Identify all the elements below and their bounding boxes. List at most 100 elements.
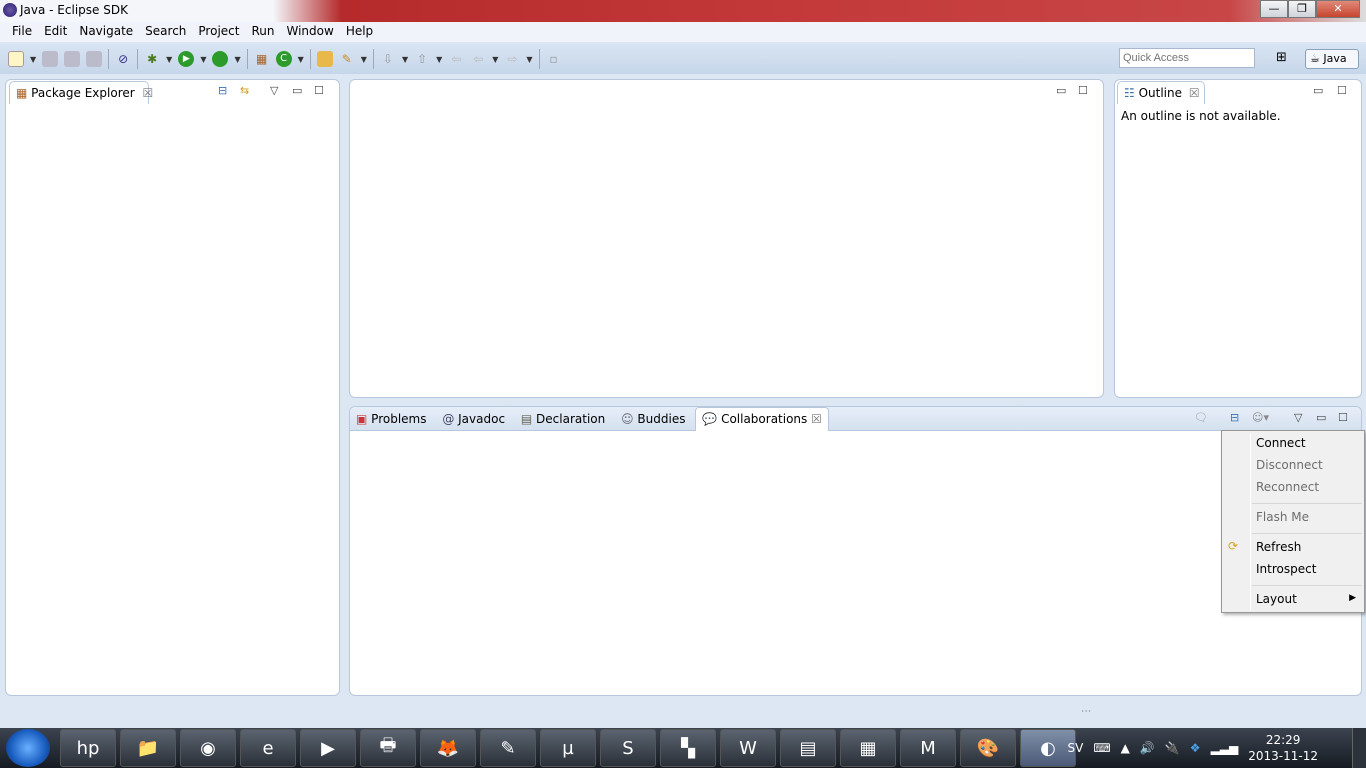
show-hidden-icons[interactable]: ▲: [1121, 741, 1130, 755]
taskbar-utorrent-icon[interactable]: µ: [540, 729, 596, 767]
close-tab-icon[interactable]: ☒: [1189, 86, 1200, 100]
forward-dropdown-icon[interactable]: ▼: [526, 55, 532, 64]
network-icon[interactable]: ▂▃▅: [1211, 741, 1239, 755]
print-icon[interactable]: [86, 51, 103, 67]
prev-annotation-icon[interactable]: ⇧: [414, 51, 430, 67]
start-button[interactable]: [6, 729, 50, 767]
debug-dropdown-icon[interactable]: ▼: [166, 55, 172, 64]
volume-icon[interactable]: 🔊: [1140, 741, 1155, 755]
minimize-icon[interactable]: ▭: [1313, 84, 1323, 97]
tab-problems[interactable]: ▣ Problems: [350, 408, 432, 430]
presence-icon[interactable]: ☺▾: [1252, 411, 1269, 424]
maximize-icon[interactable]: ☐: [1078, 84, 1088, 97]
menu-item-reconnect[interactable]: Reconnect: [1256, 480, 1319, 494]
taskbar-firefox-icon[interactable]: 🦊: [420, 729, 476, 767]
collapse-all-icon[interactable]: ⊟: [1230, 411, 1239, 424]
menu-window[interactable]: Window: [280, 22, 339, 42]
menu-item-connect[interactable]: Connect: [1256, 436, 1306, 450]
restore-button[interactable]: ❐: [1288, 0, 1316, 18]
new-package-icon[interactable]: ▦: [254, 51, 270, 67]
taskbar-notepad-icon[interactable]: ✎: [480, 729, 536, 767]
save-all-icon[interactable]: [64, 51, 81, 67]
menu-navigate[interactable]: Navigate: [73, 22, 139, 42]
external-tools-icon[interactable]: [212, 51, 229, 67]
language-indicator[interactable]: SV: [1068, 741, 1084, 755]
tab-collaborations[interactable]: 💬 Collaborations ☒: [695, 407, 829, 431]
minimize-icon[interactable]: ▭: [1056, 84, 1066, 97]
back-icon[interactable]: ⇦: [470, 51, 486, 67]
back-dropdown-icon[interactable]: ▼: [492, 55, 498, 64]
close-button[interactable]: ✕: [1316, 0, 1360, 18]
search-icon[interactable]: ✎: [339, 51, 355, 67]
open-type-icon[interactable]: [316, 51, 333, 67]
new-class-dropdown-icon[interactable]: ▼: [298, 55, 304, 64]
menu-project[interactable]: Project: [192, 22, 245, 42]
next-annotation-dropdown-icon[interactable]: ▼: [402, 55, 408, 64]
menu-item-introspect[interactable]: Introspect: [1256, 562, 1316, 576]
last-edit-icon[interactable]: ⇦: [448, 51, 464, 67]
menu-item-flash-me[interactable]: Flash Me: [1256, 510, 1309, 524]
taskbar-explorer-icon[interactable]: 📁: [120, 729, 176, 767]
prev-annotation-dropdown-icon[interactable]: ▼: [436, 55, 442, 64]
external-tools-dropdown-icon[interactable]: ▼: [234, 55, 240, 64]
minimize-button[interactable]: —: [1260, 0, 1288, 18]
skip-breakpoints-icon[interactable]: ⊘: [115, 51, 131, 67]
chat-icon[interactable]: 🗨: [1194, 411, 1208, 424]
menu-help[interactable]: Help: [340, 22, 379, 42]
search-dropdown-icon[interactable]: ▼: [361, 55, 367, 64]
tab-buddies[interactable]: ☺ Buddies: [615, 408, 691, 430]
forward-icon[interactable]: ⇨: [504, 51, 520, 67]
view-menu-icon[interactable]: ▽: [1294, 411, 1302, 424]
collapse-all-icon[interactable]: ⊟: [218, 84, 227, 97]
java-perspective-button[interactable]: ☕ Java: [1305, 49, 1359, 69]
clock[interactable]: 22:29 2013-11-12: [1248, 732, 1318, 764]
save-icon[interactable]: [42, 51, 59, 67]
next-annotation-icon[interactable]: ⇩: [380, 51, 396, 67]
run-icon[interactable]: ▶: [178, 51, 195, 67]
menu-edit[interactable]: Edit: [38, 22, 73, 42]
taskbar-app-icon[interactable]: ▚: [660, 729, 716, 767]
taskbar-printer-icon[interactable]: 🖶: [360, 729, 416, 767]
taskbar-skype-icon[interactable]: S: [600, 729, 656, 767]
close-tab-icon[interactable]: ☒: [811, 412, 822, 426]
run-dropdown-icon[interactable]: ▼: [200, 55, 206, 64]
keyboard-icon[interactable]: ⌨: [1093, 741, 1110, 755]
quick-access-input[interactable]: [1119, 48, 1255, 68]
taskbar-word-icon[interactable]: W: [720, 729, 776, 767]
menu-run[interactable]: Run: [245, 22, 280, 42]
menu-item-refresh[interactable]: Refresh: [1256, 540, 1301, 554]
maximize-icon[interactable]: ☐: [314, 84, 324, 97]
dropbox-icon[interactable]: ❖: [1190, 741, 1201, 755]
new-dropdown-icon[interactable]: ▼: [30, 55, 36, 64]
status-bar-grip[interactable]: ⋮: [1080, 706, 1091, 716]
taskbar-media-player-icon[interactable]: ▶: [300, 729, 356, 767]
tab-declaration[interactable]: ▤ Declaration: [515, 408, 611, 430]
debug-icon[interactable]: ✱: [144, 51, 160, 67]
maximize-icon[interactable]: ☐: [1338, 411, 1348, 424]
new-class-icon[interactable]: C: [275, 51, 292, 67]
close-tab-icon[interactable]: ☒: [143, 86, 154, 100]
taskbar-paint-icon[interactable]: 🎨: [960, 729, 1016, 767]
link-editor-icon[interactable]: ⇆: [240, 84, 249, 97]
power-icon[interactable]: 🔌: [1165, 741, 1180, 755]
show-desktop-button[interactable]: [1352, 728, 1366, 768]
menu-item-layout[interactable]: Layout: [1256, 592, 1297, 606]
taskbar-internet-explorer-icon[interactable]: e: [240, 729, 296, 767]
taskbar-chrome-icon[interactable]: ◉: [180, 729, 236, 767]
view-menu-icon[interactable]: ▽: [270, 84, 278, 97]
pin-icon[interactable]: ▫: [546, 51, 562, 67]
taskbar-mcafee-icon[interactable]: M: [900, 729, 956, 767]
maximize-icon[interactable]: ☐: [1337, 84, 1347, 97]
taskbar-hp-icon[interactable]: hp: [60, 729, 116, 767]
minimize-icon[interactable]: ▭: [1316, 411, 1326, 424]
new-icon[interactable]: [8, 51, 24, 67]
minimize-icon[interactable]: ▭: [292, 84, 302, 97]
tab-outline[interactable]: ☷ Outline ☒: [1117, 81, 1205, 104]
menu-item-disconnect[interactable]: Disconnect: [1256, 458, 1323, 472]
menu-file[interactable]: File: [6, 22, 38, 42]
tab-javadoc[interactable]: @ Javadoc: [436, 408, 511, 430]
open-perspective-icon[interactable]: ⊞: [1276, 50, 1287, 65]
taskbar-calculator-icon[interactable]: ▦: [840, 729, 896, 767]
taskbar-winrar-icon[interactable]: ▤: [780, 729, 836, 767]
tab-package-explorer[interactable]: ▦ Package Explorer ☒: [9, 81, 153, 104]
